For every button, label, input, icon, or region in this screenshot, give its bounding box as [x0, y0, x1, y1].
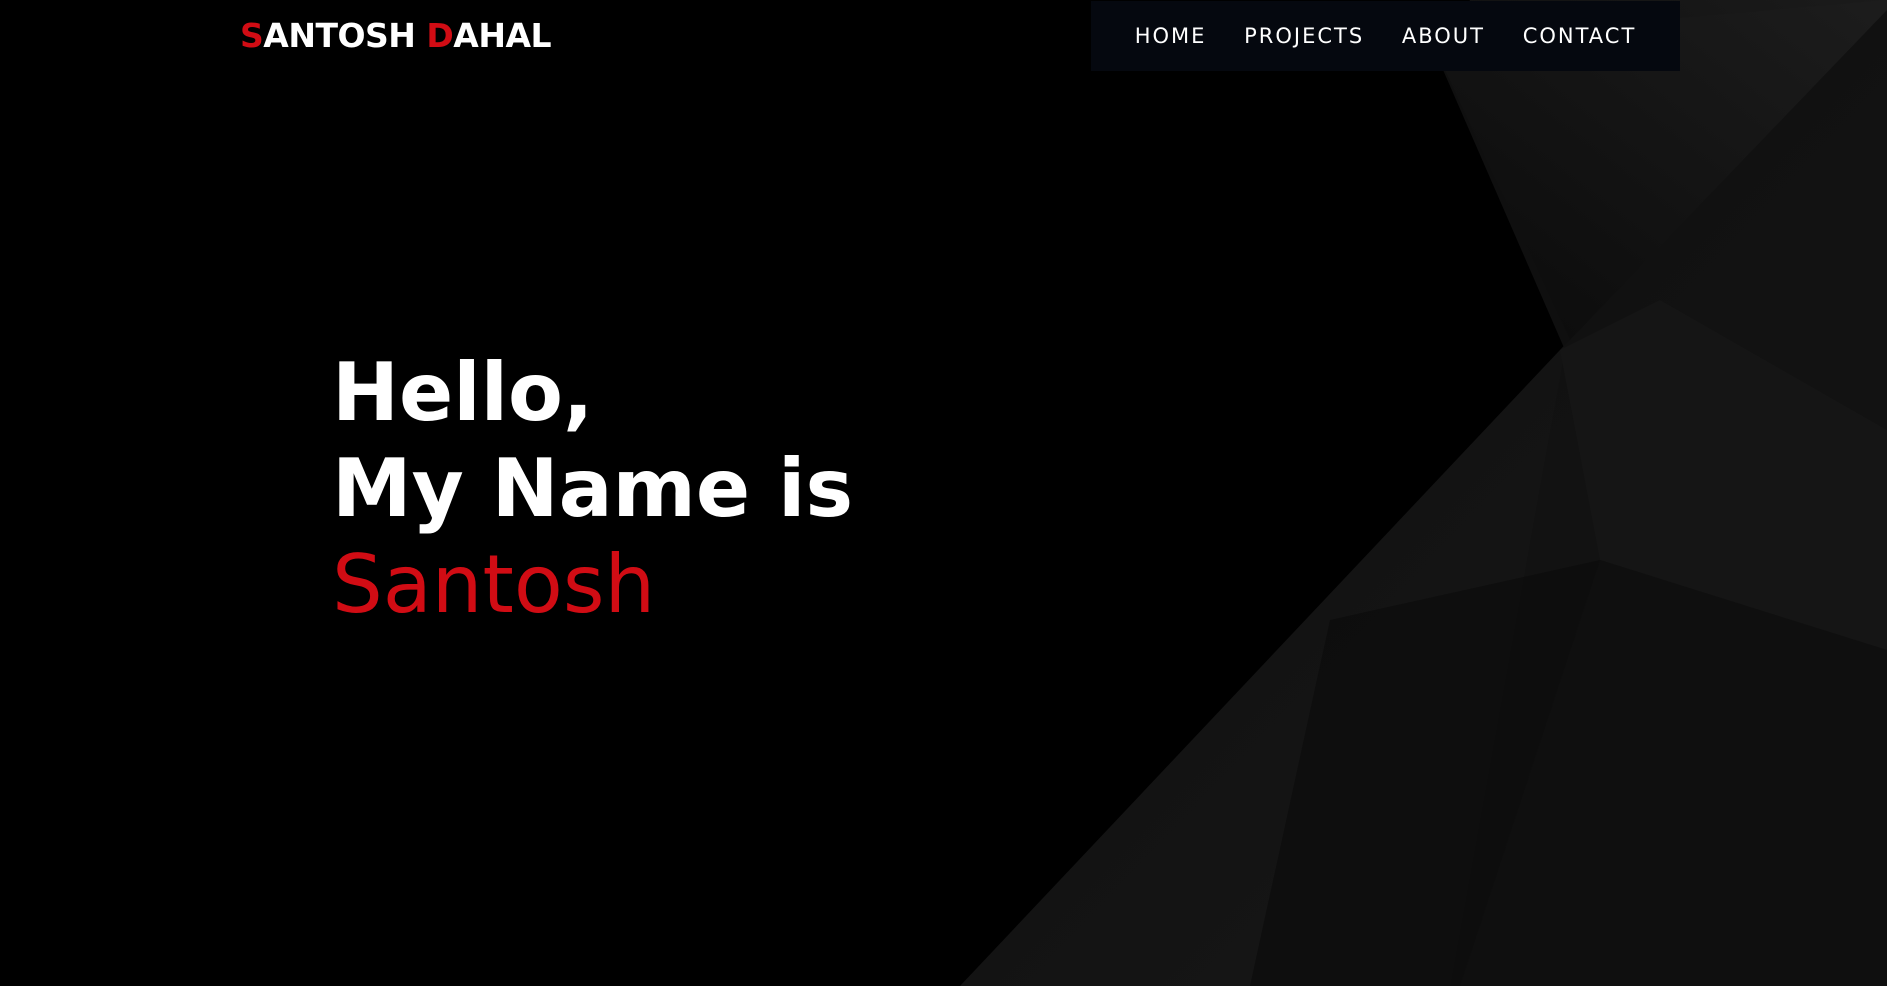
nav-item-about[interactable]: ABOUT [1402, 24, 1485, 48]
nav-item-contact[interactable]: CONTACT [1523, 24, 1637, 48]
hero-intro: My Name is [332, 442, 854, 535]
nav-item-projects[interactable]: PROJECTS [1244, 24, 1364, 48]
logo-first-name: ANTOSH [263, 16, 416, 55]
logo-last-name: AHAL [453, 16, 552, 55]
main-nav: HOME PROJECTS ABOUT CONTACT [1091, 1, 1680, 71]
hero-heading: Hello, My Name is Santosh [332, 345, 853, 633]
hero-greeting: Hello, [332, 346, 594, 439]
nav-item-home[interactable]: HOME [1135, 24, 1207, 48]
logo-initial-last: D [426, 16, 454, 55]
logo-initial-first: S [240, 16, 264, 55]
page: SANTOSH DAHAL HOME PROJECTS ABOUT CONTAC… [0, 0, 1887, 986]
hero-name: Santosh [332, 538, 656, 631]
site-logo[interactable]: SANTOSH DAHAL [240, 16, 552, 55]
background-geometric-shapes [960, 0, 1887, 986]
